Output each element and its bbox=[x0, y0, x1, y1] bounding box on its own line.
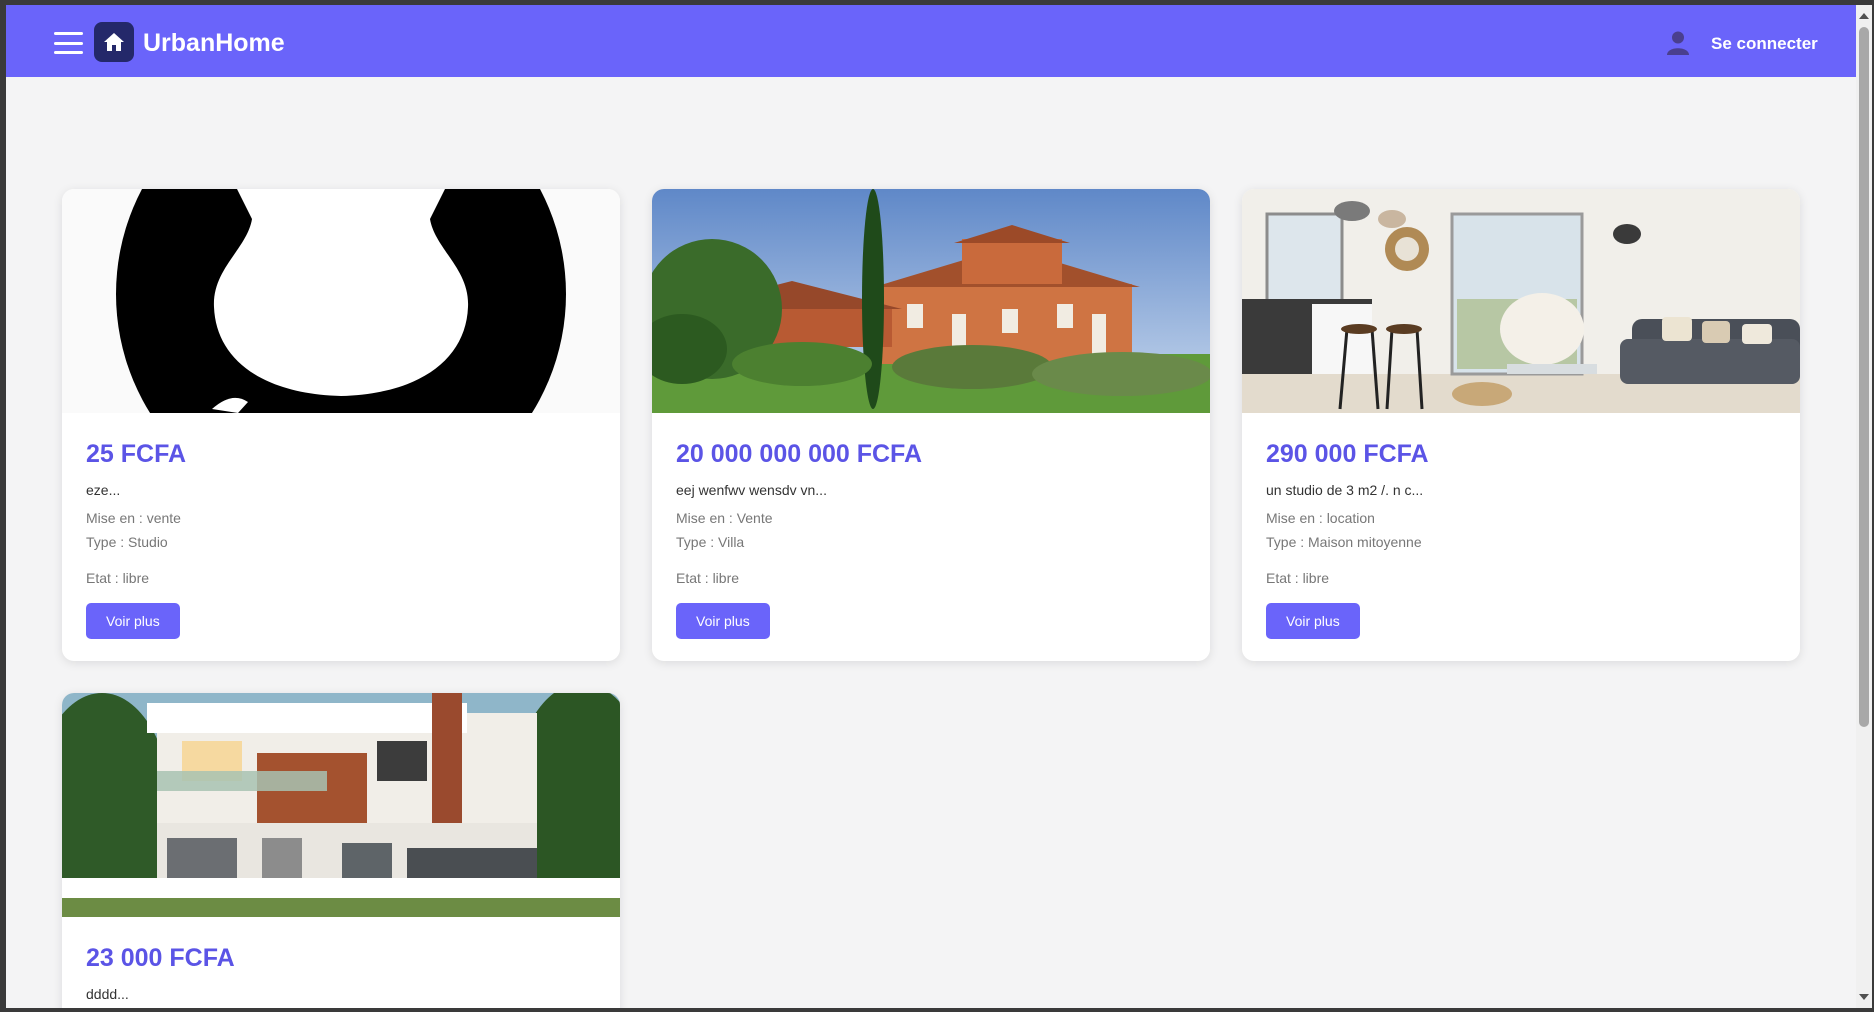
listing-price: 290 000 FCFA bbox=[1266, 440, 1429, 468]
listing-description: un studio de 3 m2 /. n c... bbox=[1266, 482, 1424, 498]
listing-image[interactable] bbox=[1242, 189, 1800, 413]
listing-price: 23 000 FCFA bbox=[86, 944, 235, 972]
listing-description: dddd... bbox=[86, 986, 129, 1002]
scroll-thumb[interactable] bbox=[1859, 27, 1869, 727]
login-link[interactable]: Se connecter bbox=[1711, 33, 1818, 55]
user-icon[interactable] bbox=[1665, 29, 1691, 55]
scroll-down-icon[interactable] bbox=[1859, 994, 1869, 1000]
listing-mise-en: Mise en : location bbox=[1266, 510, 1375, 526]
page-viewport: UrbanHome Se connecter 25 FCFA eze... Mi… bbox=[6, 5, 1856, 1008]
listing-description: eze... bbox=[86, 482, 121, 498]
listing-image[interactable] bbox=[62, 693, 620, 917]
vertical-scrollbar[interactable] bbox=[1856, 5, 1872, 1008]
listing-card: 20 000 000 000 FCFA eej wenfwv wensdv vn… bbox=[652, 189, 1210, 661]
voir-plus-button[interactable]: Voir plus bbox=[86, 603, 180, 639]
listing-etat: Etat : libre bbox=[676, 570, 740, 586]
top-navbar: UrbanHome Se connecter bbox=[6, 5, 1856, 77]
listing-etat: Etat : libre bbox=[1266, 570, 1330, 586]
listing-type: Type : Studio bbox=[86, 534, 168, 550]
listing-type: Type : Maison mitoyenne bbox=[1266, 534, 1422, 550]
listing-mise-en: Mise en : Vente bbox=[676, 510, 773, 526]
listing-mise-en: Mise en : vente bbox=[86, 510, 181, 526]
brand-name[interactable]: UrbanHome bbox=[143, 28, 285, 58]
hamburger-menu-icon[interactable] bbox=[54, 32, 83, 54]
listing-price: 20 000 000 000 FCFA bbox=[676, 440, 922, 468]
voir-plus-button[interactable]: Voir plus bbox=[676, 603, 770, 639]
listing-etat: Etat : libre bbox=[86, 570, 150, 586]
listing-card: 23 000 FCFA dddd... bbox=[62, 693, 620, 1008]
listing-price: 25 FCFA bbox=[86, 440, 187, 468]
home-icon[interactable] bbox=[94, 22, 134, 62]
listing-image[interactable] bbox=[62, 189, 620, 413]
listing-description: eej wenfwv wensdv vn... bbox=[676, 482, 827, 498]
listing-type: Type : Villa bbox=[676, 534, 745, 550]
listing-card: 25 FCFA eze... Mise en : vente Type : St… bbox=[62, 189, 620, 661]
listing-card: 290 000 FCFA un studio de 3 m2 /. n c...… bbox=[1242, 189, 1800, 661]
scroll-up-icon[interactable] bbox=[1859, 13, 1869, 19]
listing-image[interactable] bbox=[652, 189, 1210, 413]
voir-plus-button[interactable]: Voir plus bbox=[1266, 603, 1360, 639]
